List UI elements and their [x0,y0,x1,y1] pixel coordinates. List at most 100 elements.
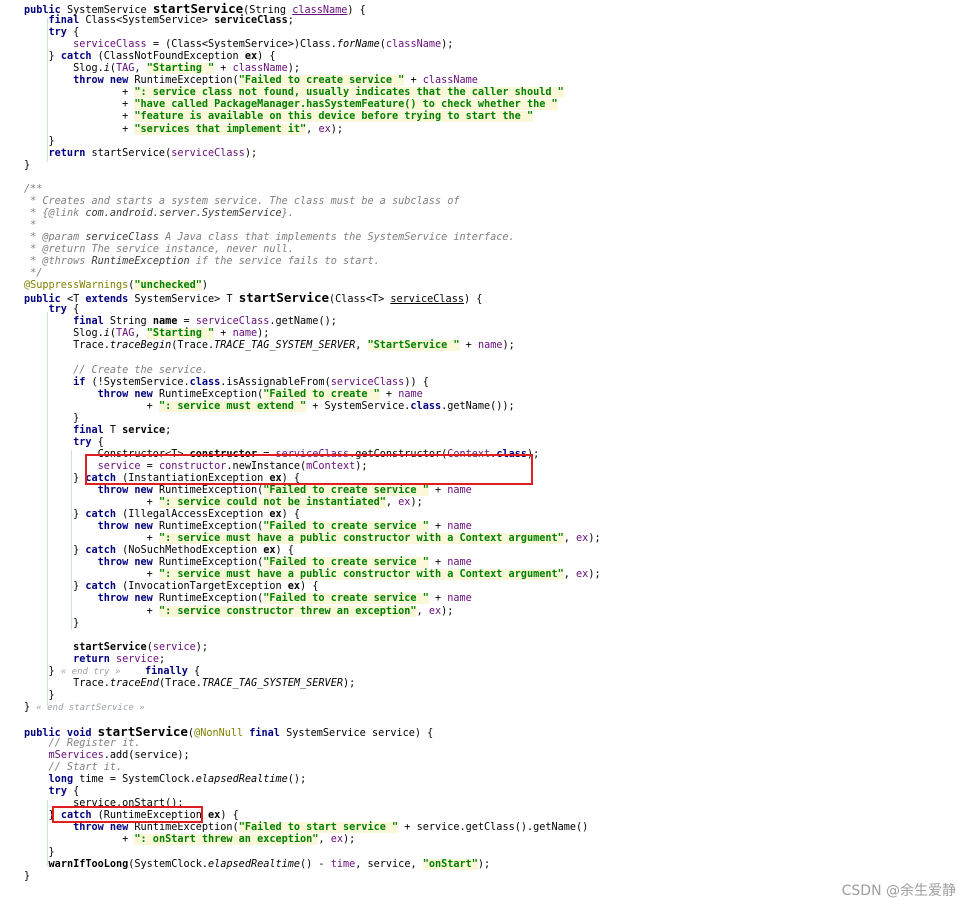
code-token: ": service must have a public constructo… [158,533,564,545]
code-token: T [109,424,123,436]
code-line[interactable]: + ": service must extend " + SystemServi… [24,400,515,413]
code-line[interactable]: } [24,847,55,859]
code-token: Slog. [24,328,104,340]
code-token: + [428,521,448,533]
code-line[interactable]: */ [24,268,42,280]
code-line[interactable]: try { [24,786,80,798]
code-line[interactable]: Trace.traceBegin(Trace.TRACE_TAG_SYSTEM_… [24,340,515,352]
code-line[interactable]: throw new RuntimeException("Failed to cr… [24,593,472,605]
code-token: try [24,304,74,316]
highlight-box-constructor [85,454,533,485]
code-line[interactable]: // Register it. [24,738,141,750]
code-token: name [447,593,472,605]
code-token: class [189,376,221,388]
code-line[interactable]: } [24,160,30,172]
code-token: serviceClass [214,15,288,27]
code-line[interactable]: } catch (IllegalAccessException ex) { [24,509,300,521]
code-editor[interactable]: public SystemService startService(String… [0,0,970,908]
code-line[interactable]: } catch (InvocationTargetException ex) { [24,581,318,593]
code-line[interactable]: public SystemService startService(String… [24,2,366,16]
code-line[interactable]: try { [24,437,104,449]
code-token: RuntimeException( [158,593,264,605]
code-line[interactable]: + ": service must have a public construc… [24,533,601,545]
code-line[interactable]: public <T extends SystemService> T start… [24,291,482,305]
code-token: SystemService service) { [286,728,434,739]
code-line[interactable]: throw new RuntimeException("Failed to cr… [24,388,423,401]
code-token: RuntimeException( [158,388,264,400]
code-line[interactable]: try { [24,304,80,316]
code-token: traceEnd [109,677,159,689]
code-line[interactable]: } « end startService » [24,702,145,714]
code-line[interactable]: public void startService(@NonNull final … [24,725,434,739]
code-line[interactable]: } [24,136,55,148]
code-line[interactable]: + "have called PackageManager.hasSystemF… [24,99,558,111]
code-line[interactable]: * Creates and starts a system service. T… [24,196,459,208]
code-line[interactable]: + "feature is available on this device b… [24,111,534,123]
code-line[interactable]: throw new RuntimeException("Failed to cr… [24,521,472,533]
code-line[interactable]: warnIfTooLong(SystemClock.elapsedRealtim… [24,858,490,871]
code-line[interactable]: Trace.traceEnd(Trace.TRACE_TAG_SYSTEM_SE… [24,678,355,690]
code-line[interactable]: throw new RuntimeException("Failed to cr… [24,557,472,569]
code-line[interactable]: long time = SystemClock.elapsedRealtime(… [24,774,307,786]
code-line[interactable]: + "services that implement it", ex); [24,123,343,136]
code-token: startService( [91,147,172,159]
code-token: throw new [97,485,159,496]
code-token: ": service constructor threw an exceptio… [158,605,417,617]
indent-guide [47,312,48,706]
code-line[interactable]: * @return The service instance, never nu… [24,244,294,256]
code-line[interactable]: /** [24,184,42,196]
code-line[interactable]: return service; [24,654,165,666]
code-line[interactable]: + ": service must have a public construc… [24,569,601,581]
code-line[interactable]: } « end try » finally { [24,666,201,678]
code-line[interactable]: mServices.add(service); [24,750,190,762]
code-token: }. [281,207,294,219]
code-line[interactable]: final Class<SystemService> serviceClass; [24,15,294,27]
code-line[interactable]: Slog.i(TAG, "Starting " + className); [24,63,300,75]
code-line[interactable]: * @throws RuntimeException if the servic… [24,256,380,268]
code-line[interactable]: } [24,413,79,425]
code-line[interactable]: throw new RuntimeException("Failed to st… [24,822,588,834]
code-line[interactable]: // Create the service. [24,365,208,377]
code-line[interactable]: } [24,690,55,702]
code-line[interactable]: throw new RuntimeException("Failed to cr… [24,75,478,87]
code-token: forName [336,39,380,51]
code-line[interactable]: + ": service class not found, usually in… [24,87,564,99]
code-line[interactable]: } [24,871,30,883]
code-line[interactable]: final String name = serviceClass.getName… [24,316,337,328]
code-token: ); [441,605,454,617]
code-line[interactable]: return startService(serviceClass); [24,147,258,160]
code-line[interactable]: + ": service could not be instantiated",… [24,497,423,509]
code-token: Trace. [24,340,110,352]
code-token: ); [410,497,423,509]
code-token: name [232,328,258,340]
code-line[interactable]: } catch (NoSuchMethodException ex) { [24,545,294,557]
code-line[interactable]: * [24,220,36,232]
code-token: try [73,436,98,448]
code-token: + SystemService. [306,400,411,412]
code-line[interactable]: * {@link com.android.server.SystemServic… [24,208,294,220]
code-line[interactable]: @SuppressWarnings("unchecked") [24,280,208,292]
code-token: throw new [97,593,159,605]
code-line[interactable]: + ": onStart threw an exception", ex); [24,834,355,846]
code-token: ": service class not found, usually indi… [134,87,564,99]
code-line[interactable]: try { [24,27,80,39]
code-line[interactable]: throw new RuntimeException("Failed to cr… [24,485,472,497]
code-line[interactable]: // Start it. [24,762,123,774]
code-token: serviceClass [330,376,405,388]
code-line[interactable]: } catch (ClassNotFoundException ex) { [24,51,276,63]
code-token: traceBegin [109,340,172,352]
code-token: if [73,376,92,388]
code-token: try [48,786,74,798]
code-line[interactable]: if (!SystemService.class.isAssignableFro… [24,377,429,389]
code-token: { [73,786,80,798]
code-line[interactable]: startService(service); [24,642,208,654]
code-token: } [24,135,55,147]
code-token: ) [201,280,209,292]
code-line[interactable]: serviceClass = (Class<SystemService>)Cla… [24,39,453,51]
code-line[interactable]: + ": service constructor threw an except… [24,605,454,618]
code-line[interactable]: * @param serviceClass A Java class that … [24,232,515,244]
code-line[interactable]: Slog.i(TAG, "Starting " + name); [24,328,269,340]
code-token: ": service must extend " [158,400,307,412]
